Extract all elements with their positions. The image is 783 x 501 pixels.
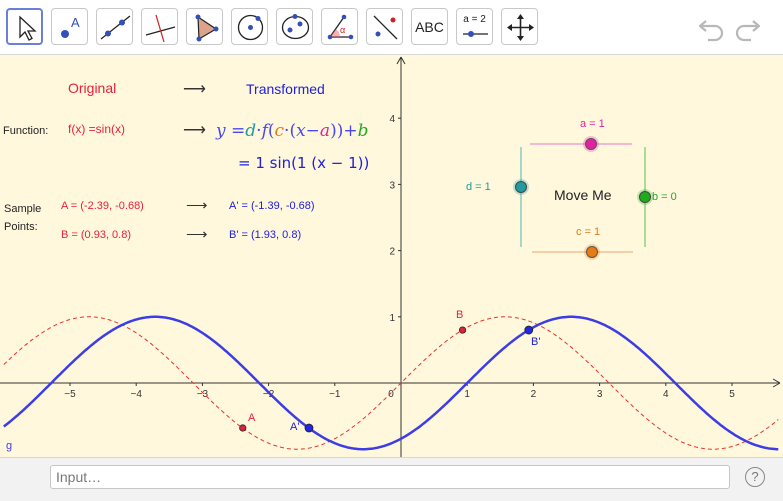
sample-points bbox=[239, 325, 534, 433]
formula-equals: = bbox=[225, 121, 246, 141]
graphics-view[interactable]: −5 −4 −3 −2 −1 0 1 2 3 4 5 1 2 3 4 Original ⟶ Transfor… bbox=[0, 55, 783, 457]
slider-d-handle[interactable] bbox=[515, 181, 527, 193]
x-tick-label: −1 bbox=[329, 389, 341, 400]
point-b-prime-marker-label: B' bbox=[531, 336, 541, 348]
formula-plus: + bbox=[343, 121, 358, 141]
point-b-coordinates: B = (0.93, 0.8) bbox=[61, 229, 132, 241]
point-a-prime[interactable] bbox=[304, 423, 314, 433]
perpendicular-icon bbox=[145, 14, 176, 43]
formula-y: y bbox=[216, 121, 226, 141]
point-tool-label: A bbox=[71, 15, 80, 30]
formula-paren: ( bbox=[267, 121, 275, 141]
circle-tool-button[interactable] bbox=[231, 8, 268, 45]
toolbar: A α ABC a = 2 bbox=[0, 0, 783, 55]
formula-x: x bbox=[296, 121, 306, 141]
x-tick-label: 5 bbox=[729, 389, 735, 400]
point-tool-button[interactable]: A bbox=[51, 8, 88, 45]
sample-points-label: Sample bbox=[4, 203, 42, 215]
y-tick-label: 4 bbox=[389, 114, 395, 125]
text-tool-button[interactable]: ABC bbox=[411, 8, 448, 45]
algebra-input[interactable] bbox=[50, 465, 730, 489]
x-tick-label: 2 bbox=[531, 389, 537, 400]
formula-b: b bbox=[357, 121, 369, 141]
arrow-pointer-icon bbox=[19, 15, 37, 41]
ellipse-icon bbox=[281, 14, 310, 40]
sample-points-label-2: Points: bbox=[4, 221, 38, 233]
move-me-label: Move Me bbox=[554, 187, 612, 203]
move-tool-button[interactable] bbox=[6, 8, 43, 45]
point-a-arrow: ⟶ bbox=[186, 197, 208, 214]
conic-tool-button[interactable] bbox=[276, 8, 313, 45]
point-a-prime-marker-label: A' bbox=[290, 421, 300, 433]
move-graphics-view-tool-button[interactable] bbox=[501, 8, 538, 45]
slider-a-handle[interactable] bbox=[585, 138, 597, 150]
formula-d: d bbox=[245, 121, 257, 141]
slider-b-label: b = 0 bbox=[652, 191, 677, 203]
function-label: Function: bbox=[3, 125, 49, 137]
move-arrows-icon bbox=[507, 14, 534, 41]
help-icon[interactable]: ? bbox=[745, 467, 765, 487]
x-tick-label: 1 bbox=[464, 389, 470, 400]
formula-c: c bbox=[274, 121, 285, 141]
y-tick-label: 2 bbox=[389, 247, 395, 258]
curve-g-label: g bbox=[6, 440, 13, 452]
x-tick-label: −3 bbox=[197, 389, 209, 400]
slider-b-handle[interactable] bbox=[639, 191, 651, 203]
line-tool-button[interactable] bbox=[96, 8, 133, 45]
angle-tool-label: α bbox=[340, 25, 346, 35]
line-through-points-icon bbox=[100, 15, 131, 40]
x-tick-label: −4 bbox=[130, 389, 142, 400]
point-b-prime-coordinates: B' = (1.93, 0.8) bbox=[229, 229, 302, 241]
original-function: f(x) =sin(x) bbox=[68, 122, 125, 136]
x-tick-label: 4 bbox=[663, 389, 669, 400]
point-a-marker-label: A bbox=[248, 412, 256, 424]
circle-center-icon bbox=[237, 14, 264, 41]
point-a[interactable] bbox=[239, 424, 247, 432]
coordinate-plane: −5 −4 −3 −2 −1 0 1 2 3 4 51234 bbox=[0, 56, 781, 457]
formula-close-paren: )) bbox=[330, 121, 344, 141]
transformed-heading: Transformed bbox=[246, 81, 325, 97]
reflect-about-line-icon bbox=[373, 15, 398, 40]
reflect-tool-button[interactable] bbox=[366, 8, 403, 45]
slider-d-label: d = 1 bbox=[466, 181, 491, 193]
perpendicular-line-tool-button[interactable] bbox=[141, 8, 178, 45]
point-b[interactable] bbox=[458, 326, 467, 334]
point-b-arrow: ⟶ bbox=[186, 226, 208, 243]
formula-a: a bbox=[319, 121, 331, 141]
x-tick-label: 3 bbox=[597, 389, 603, 400]
redo-icon[interactable] bbox=[733, 12, 763, 42]
polygon-icon bbox=[195, 14, 219, 42]
undo-icon[interactable] bbox=[696, 12, 726, 42]
function-arrow: ⟶ bbox=[183, 122, 206, 139]
slider-a-label: a = 1 bbox=[580, 118, 605, 130]
axis-ticks: −5 −4 −3 −2 −1 0 1 2 3 4 51234 bbox=[64, 114, 735, 400]
slider-c-label: c = 1 bbox=[576, 226, 601, 238]
formula-minus: − bbox=[305, 121, 320, 141]
text-icon: ABC bbox=[415, 18, 444, 35]
point-b-marker-label: B bbox=[456, 309, 464, 321]
point-b-prime[interactable] bbox=[524, 325, 534, 335]
y-tick-label: 1 bbox=[389, 313, 395, 324]
original-heading: Original bbox=[68, 80, 117, 96]
transformation-formula: y =d·f(c·(x−a))+b bbox=[216, 121, 368, 141]
point-a-prime-coordinates: A' = (-1.39, -0.68) bbox=[229, 200, 315, 212]
slider-icon bbox=[463, 31, 488, 37]
header-arrow: ⟶ bbox=[183, 81, 206, 98]
evaluated-formula: = 1 sin(1 (x − 1)) bbox=[238, 154, 370, 172]
angle-tool-button[interactable]: α bbox=[321, 8, 358, 45]
input-bar: ? bbox=[0, 457, 783, 501]
point-a-coordinates: A = (-2.39, -0.68) bbox=[61, 200, 144, 212]
polygon-tool-button[interactable] bbox=[186, 8, 223, 45]
x-tick-label: −5 bbox=[64, 389, 76, 400]
y-tick-label: 3 bbox=[389, 180, 395, 191]
slider-tool-button[interactable]: a = 2 bbox=[456, 8, 493, 45]
slider-c-handle[interactable] bbox=[586, 246, 598, 258]
